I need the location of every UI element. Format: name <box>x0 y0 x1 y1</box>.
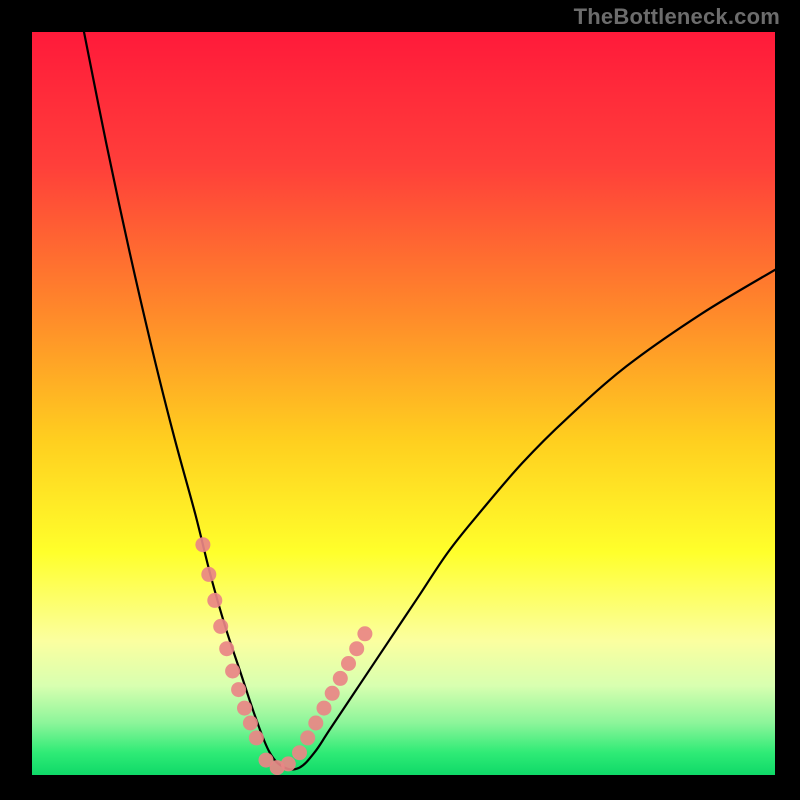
highlight-dot <box>195 537 210 552</box>
highlight-dot <box>292 745 307 760</box>
highlight-dot <box>237 701 252 716</box>
curve-layer <box>32 32 775 775</box>
highlight-dot <box>207 593 222 608</box>
highlight-dot <box>300 730 315 745</box>
watermark-text: TheBottleneck.com <box>574 4 780 30</box>
highlight-dot <box>249 730 264 745</box>
highlight-dot <box>349 641 364 656</box>
highlight-dot <box>308 716 323 731</box>
highlight-dots <box>195 537 372 775</box>
highlight-dot <box>231 682 246 697</box>
plot-area <box>32 32 775 775</box>
highlight-dot <box>281 756 296 771</box>
highlight-dot <box>213 619 228 634</box>
highlight-dot <box>243 716 258 731</box>
highlight-dot <box>317 701 332 716</box>
highlight-dot <box>225 664 240 679</box>
bottleneck-curve <box>84 32 775 770</box>
highlight-dot <box>219 641 234 656</box>
chart-stage: TheBottleneck.com <box>0 0 800 800</box>
highlight-dot <box>357 626 372 641</box>
highlight-dot <box>333 671 348 686</box>
highlight-dot <box>201 567 216 582</box>
highlight-dot <box>325 686 340 701</box>
highlight-dot <box>341 656 356 671</box>
